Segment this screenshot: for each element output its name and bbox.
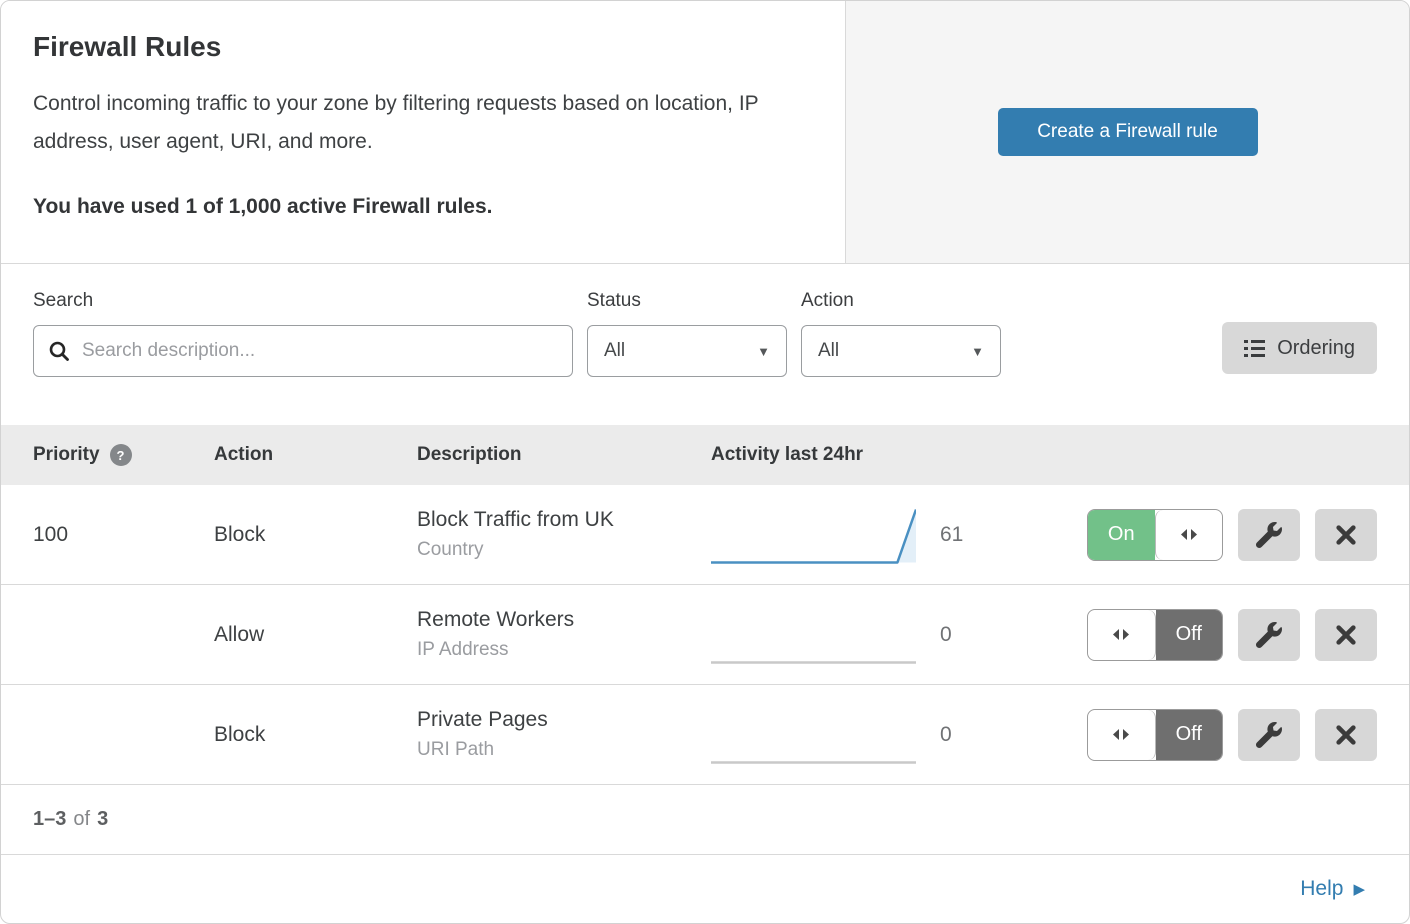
help-link-label: Help: [1300, 877, 1343, 901]
wrench-icon: [1256, 722, 1282, 748]
ordered-list-icon: [1244, 340, 1265, 357]
help-link[interactable]: Help ▶: [1300, 877, 1365, 901]
table-row: Allow Remote Workers IP Address 0 Off: [1, 585, 1409, 685]
search-box: [33, 325, 573, 377]
search-filter-group: Search: [33, 290, 573, 377]
column-priority-label: Priority: [33, 444, 100, 466]
wrench-icon: [1256, 622, 1282, 648]
toggle-handle: [1088, 610, 1156, 660]
header-text-panel: Firewall Rules Control incoming traffic …: [1, 1, 845, 263]
description-cell: Private Pages URI Path: [417, 708, 711, 761]
toggle-handle: [1155, 510, 1223, 560]
action-filter-group: Action All ▼: [801, 290, 1001, 377]
header-section: Firewall Rules Control incoming traffic …: [1, 1, 1409, 264]
edit-rule-button[interactable]: [1238, 509, 1300, 561]
search-label: Search: [33, 290, 573, 312]
enable-toggle[interactable]: On: [1087, 509, 1223, 561]
status-label: Status: [587, 290, 787, 312]
table-header-row: Priority ? Action Description Activity l…: [1, 425, 1409, 485]
status-filter-group: Status All ▼: [587, 290, 787, 377]
search-input[interactable]: [80, 339, 558, 363]
pagination-of-label: of: [73, 808, 90, 831]
left-right-arrows-icon: [1111, 728, 1131, 741]
delete-rule-button[interactable]: [1315, 709, 1377, 761]
ordering-button-label: Ordering: [1277, 337, 1355, 360]
rule-description: Remote Workers: [417, 608, 711, 632]
enable-toggle[interactable]: Off: [1087, 709, 1223, 761]
activity-sparkline-cell: [711, 506, 926, 564]
toggle-state-label: Off: [1156, 610, 1223, 660]
filter-bar: Search Status All ▼ Action All ▼: [1, 264, 1409, 425]
x-icon: [1335, 624, 1357, 646]
rule-match-type: URI Path: [417, 739, 711, 761]
table-row: Block Private Pages URI Path 0 Off: [1, 685, 1409, 785]
activity-sparkline: [711, 506, 916, 564]
pagination-range: 1–3: [33, 808, 66, 831]
question-circle-icon[interactable]: ?: [110, 444, 132, 466]
chevron-down-icon: ▼: [757, 344, 770, 359]
description-cell: Block Traffic from UK Country: [417, 508, 711, 561]
column-activity: Activity last 24hr: [711, 444, 1026, 466]
chevron-right-icon: ▶: [1353, 880, 1365, 898]
row-controls: Off: [1026, 609, 1377, 661]
enable-toggle[interactable]: Off: [1087, 609, 1223, 661]
magnifier-icon: [48, 340, 70, 362]
chevron-down-icon: ▼: [971, 344, 984, 359]
activity-sparkline-cell: [711, 606, 926, 664]
x-icon: [1335, 524, 1357, 546]
left-right-arrows-icon: [1179, 528, 1199, 541]
rule-match-type: IP Address: [417, 639, 711, 661]
status-select-value: All: [604, 340, 625, 362]
delete-rule-button[interactable]: [1315, 509, 1377, 561]
action-select[interactable]: All ▼: [801, 325, 1001, 377]
firewall-rules-card: Firewall Rules Control incoming traffic …: [0, 0, 1410, 924]
edit-rule-button[interactable]: [1238, 709, 1300, 761]
rule-description: Private Pages: [417, 708, 711, 732]
create-rule-panel: Create a Firewall rule: [845, 1, 1409, 263]
description-cell: Remote Workers IP Address: [417, 608, 711, 661]
activity-count: 61: [926, 523, 1026, 547]
rule-description: Block Traffic from UK: [417, 508, 711, 532]
delete-rule-button[interactable]: [1315, 609, 1377, 661]
edit-rule-button[interactable]: [1238, 609, 1300, 661]
ordering-wrap: Ordering: [1222, 290, 1377, 374]
column-action: Action: [214, 444, 417, 466]
create-firewall-rule-button[interactable]: Create a Firewall rule: [998, 108, 1258, 156]
row-controls: On: [1026, 509, 1377, 561]
toggle-handle: [1088, 710, 1156, 760]
rule-match-type: Country: [417, 539, 711, 561]
toggle-state-label: On: [1088, 510, 1155, 560]
usage-note: You have used 1 of 1,000 active Firewall…: [33, 195, 813, 219]
action-value: Block: [214, 523, 417, 547]
priority-value: 100: [33, 523, 214, 547]
action-value: Allow: [214, 623, 417, 647]
footer-bar: Help ▶: [1, 855, 1409, 922]
toggle-state-label: Off: [1156, 710, 1223, 760]
activity-sparkline: [711, 706, 916, 764]
page-description: Control incoming traffic to your zone by…: [33, 85, 803, 161]
activity-count: 0: [926, 723, 1026, 747]
activity-sparkline-cell: [711, 706, 926, 764]
action-value: Block: [214, 723, 417, 747]
pagination-bar: 1–3 of 3: [1, 785, 1409, 855]
wrench-icon: [1256, 522, 1282, 548]
column-description: Description: [417, 444, 711, 466]
table-row: 100 Block Block Traffic from UK Country …: [1, 485, 1409, 585]
ordering-button[interactable]: Ordering: [1222, 322, 1377, 374]
status-select[interactable]: All ▼: [587, 325, 787, 377]
action-select-value: All: [818, 340, 839, 362]
column-priority: Priority ?: [33, 444, 214, 466]
pagination-total: 3: [97, 808, 108, 831]
page-title: Firewall Rules: [33, 31, 813, 63]
row-controls: Off: [1026, 709, 1377, 761]
activity-count: 0: [926, 623, 1026, 647]
action-label: Action: [801, 290, 1001, 312]
activity-sparkline: [711, 606, 916, 664]
x-icon: [1335, 724, 1357, 746]
left-right-arrows-icon: [1111, 628, 1131, 641]
